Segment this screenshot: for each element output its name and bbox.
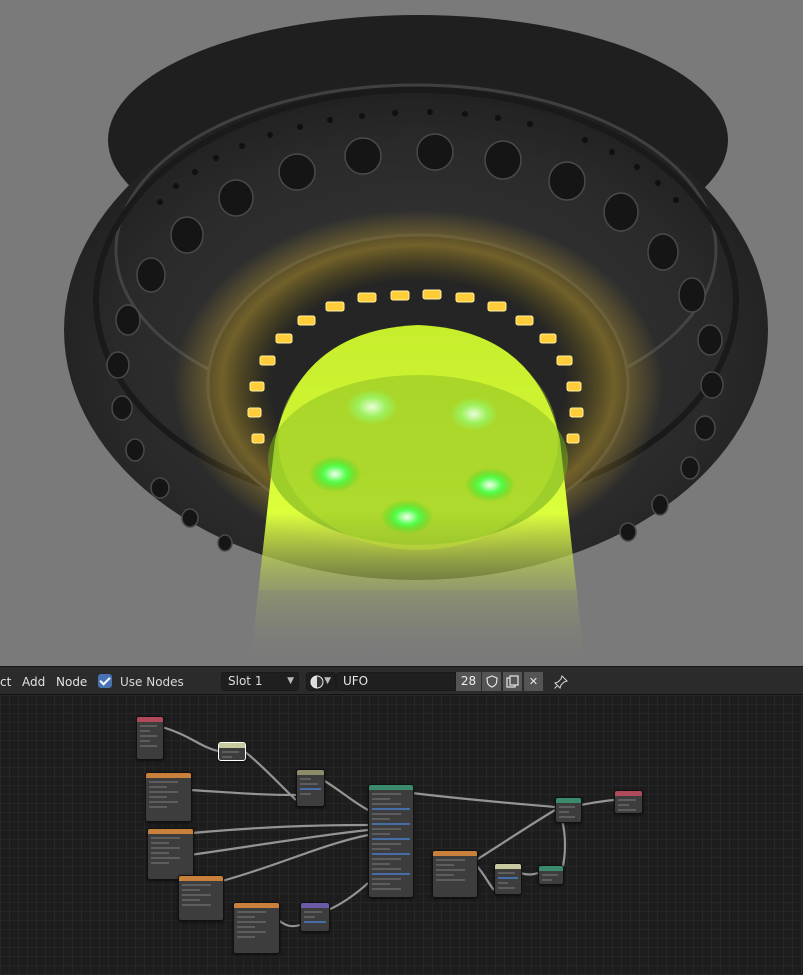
node-image-texture-5[interactable] xyxy=(432,850,478,898)
material-name: UFO xyxy=(343,674,369,688)
node-normal-map[interactable] xyxy=(300,902,330,932)
link xyxy=(322,779,369,811)
material-sphere-icon xyxy=(310,675,324,689)
link xyxy=(519,871,539,876)
3d-viewport[interactable] xyxy=(0,0,803,666)
node-mapping[interactable] xyxy=(218,742,246,761)
user-count[interactable]: 28 xyxy=(456,672,481,691)
unlink-button[interactable]: ✕ xyxy=(524,672,543,691)
node-mix-shader[interactable] xyxy=(555,797,582,823)
slot-label: Slot 1 xyxy=(228,674,263,688)
ufo-render xyxy=(0,0,803,666)
shield-icon xyxy=(485,675,498,688)
link xyxy=(475,809,556,861)
chevron-down-icon: ▼ xyxy=(287,676,294,686)
link xyxy=(411,791,556,809)
pin-button[interactable] xyxy=(551,672,570,691)
link xyxy=(161,725,219,753)
node-editor-header: ct Add Node Use Nodes Slot 1 ▼ ▼ UFO 28 … xyxy=(0,666,803,695)
node-image-texture-4[interactable] xyxy=(233,902,280,954)
pin-icon xyxy=(553,674,568,690)
link xyxy=(189,788,297,797)
node-principled-bsdf[interactable] xyxy=(368,784,414,898)
node-mix[interactable] xyxy=(296,769,325,807)
node-image-texture-1[interactable] xyxy=(145,772,192,822)
chevron-down-icon: ▼ xyxy=(324,676,331,686)
link xyxy=(327,882,369,912)
use-nodes-label: Use Nodes xyxy=(120,675,184,689)
link xyxy=(191,823,369,835)
node-texture-coordinate[interactable] xyxy=(136,716,164,760)
material-browse-button[interactable]: ▼ xyxy=(306,672,336,691)
link xyxy=(579,798,615,807)
node-image-texture-2[interactable] xyxy=(147,828,194,880)
use-nodes-checkbox[interactable] xyxy=(98,674,112,688)
node-editor-canvas[interactable] xyxy=(0,695,803,975)
link xyxy=(475,864,495,891)
slot-dropdown[interactable]: Slot 1 ▼ xyxy=(221,672,299,691)
link xyxy=(221,833,369,883)
duplicate-icon xyxy=(506,675,519,688)
node-emission[interactable] xyxy=(538,865,564,885)
menu-node[interactable]: Node xyxy=(56,674,87,690)
material-name-field[interactable]: UFO xyxy=(336,672,456,691)
node-image-texture-3[interactable] xyxy=(178,875,224,921)
fake-user-button[interactable] xyxy=(482,672,501,691)
close-icon: ✕ xyxy=(528,675,539,688)
duplicate-button[interactable] xyxy=(503,672,522,691)
link xyxy=(560,819,567,871)
menu-select[interactable]: ct xyxy=(0,674,11,690)
node-material-output[interactable] xyxy=(614,790,643,814)
menu-add[interactable]: Add xyxy=(22,674,45,690)
link xyxy=(277,919,301,928)
node-color-ramp[interactable] xyxy=(494,863,522,895)
